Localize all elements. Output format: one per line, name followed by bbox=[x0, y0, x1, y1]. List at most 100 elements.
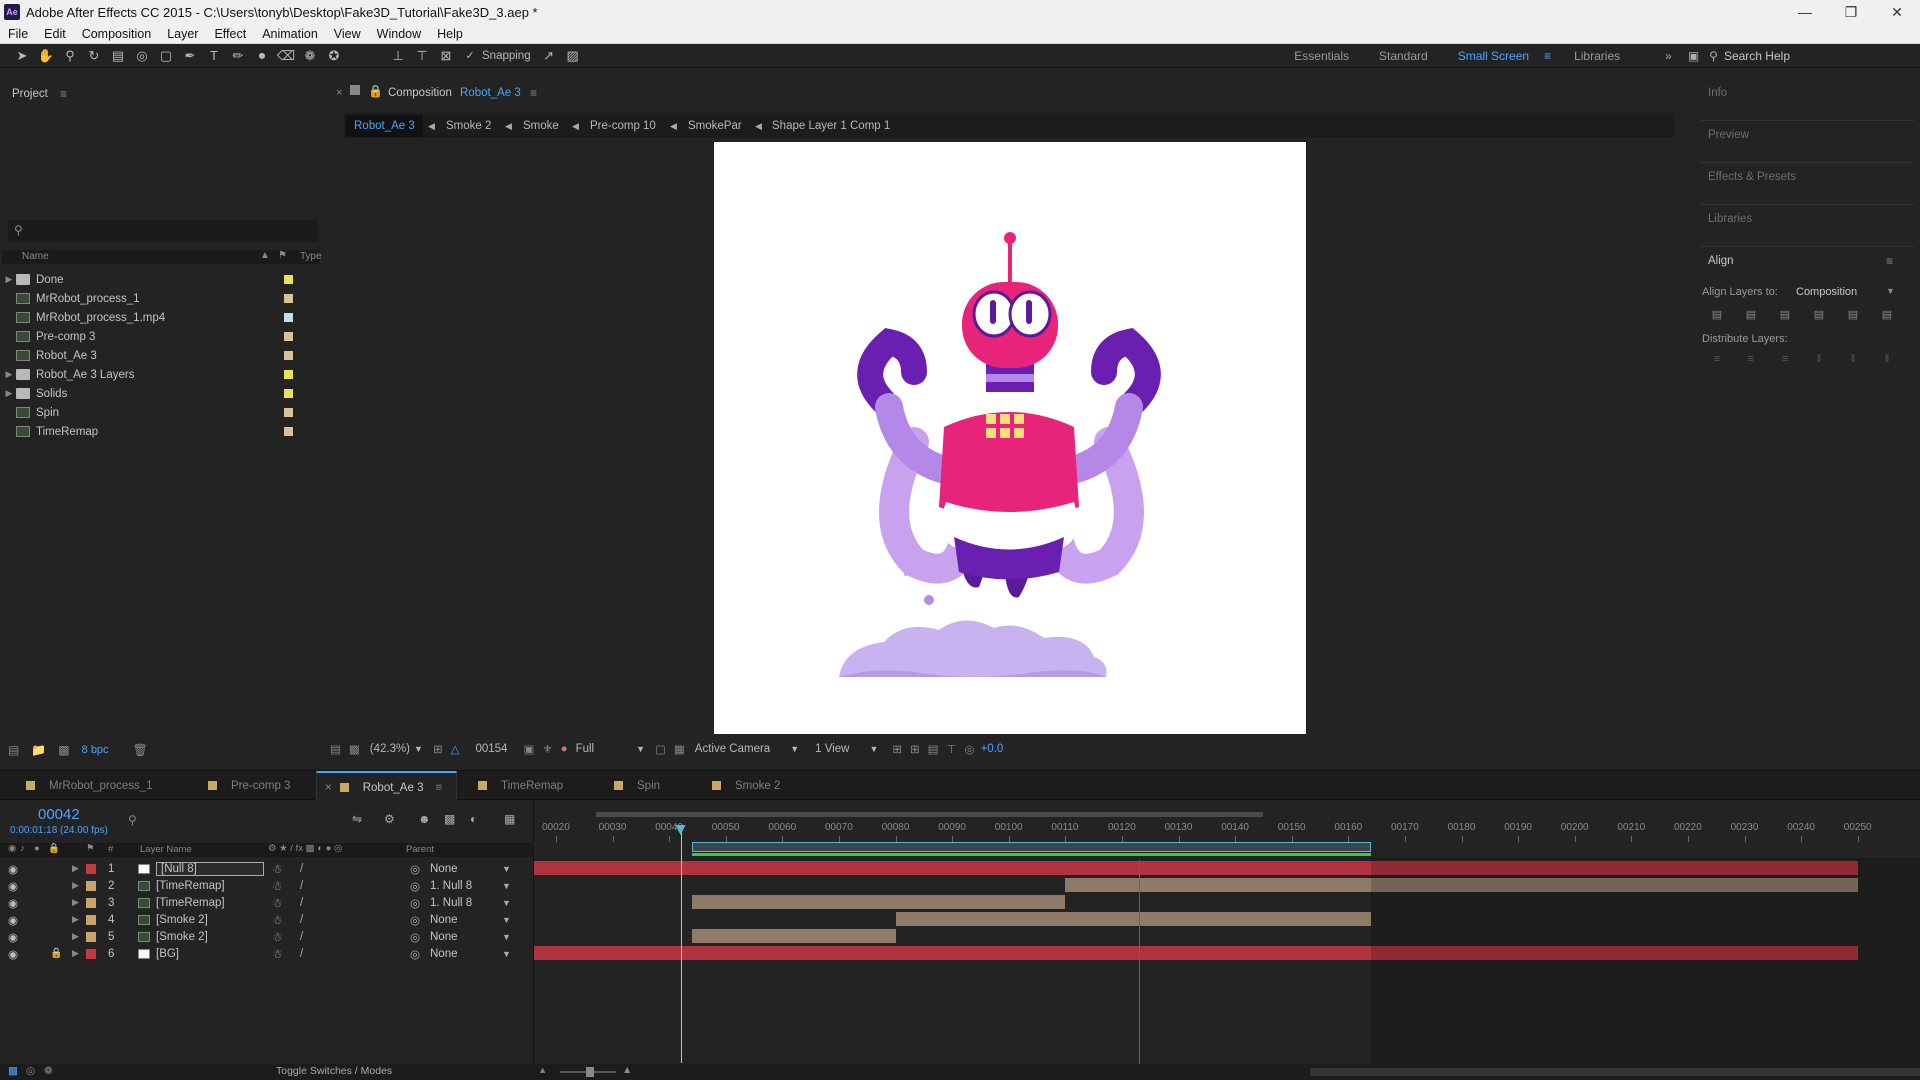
eraser-tool-icon[interactable]: ⌫ bbox=[274, 45, 298, 67]
hand-tool-icon[interactable]: ✋ bbox=[34, 45, 58, 67]
graph-editor-icon[interactable]: ▦ bbox=[504, 812, 515, 826]
transparency-grid-icon[interactable]: ▦ bbox=[674, 742, 685, 756]
label-header-icon[interactable]: ⚑ bbox=[86, 843, 95, 854]
type-tool-icon[interactable]: T bbox=[202, 45, 226, 67]
axis-local-icon[interactable]: ⊥ bbox=[386, 45, 410, 67]
rectangle-tool-icon[interactable]: ▢ bbox=[154, 45, 178, 67]
project-panel-title[interactable]: Project bbox=[12, 88, 48, 100]
layer-label-swatch[interactable] bbox=[86, 880, 96, 891]
distribute-bottom-icon[interactable]: ≡ bbox=[1778, 352, 1792, 366]
pickwhip-icon[interactable]: ◎ bbox=[410, 896, 420, 910]
toggle-pixel-aspect-icon[interactable]: ⊞ bbox=[892, 742, 902, 756]
timeline-layer-row[interactable]: ◉ 🔒 ▶ 6 [BG] ☃ / ◎ None ▼ bbox=[0, 945, 534, 962]
chevron-down-icon[interactable]: ▼ bbox=[790, 744, 799, 754]
align-menu-icon[interactable]: ≡ bbox=[1886, 254, 1893, 268]
label-color-swatch[interactable] bbox=[284, 275, 293, 284]
fast-previews-icon[interactable]: ⊞ bbox=[910, 742, 920, 756]
breadcrumb-robot-ae3[interactable]: Robot_Ae 3 bbox=[346, 115, 423, 137]
distribute-v-center-icon[interactable]: ≡ bbox=[1744, 352, 1758, 366]
search-help-icon[interactable]: ⚲ bbox=[1709, 49, 1718, 63]
layer-label-swatch[interactable] bbox=[86, 931, 96, 942]
solo-switch-icon[interactable]: ● bbox=[34, 843, 40, 854]
expand-arrow-icon[interactable]: ▶ bbox=[72, 931, 79, 942]
work-area-bar[interactable] bbox=[595, 812, 1264, 817]
label-color-swatch[interactable] bbox=[284, 294, 293, 303]
layer-name[interactable]: [Null 8] bbox=[156, 861, 264, 876]
expand-in-out-icon[interactable]: ❁ bbox=[44, 1065, 53, 1077]
project-search-field[interactable]: ⚲ bbox=[8, 220, 318, 242]
current-time-indicator[interactable] bbox=[680, 825, 682, 1063]
align-panel-title[interactable]: Align bbox=[1708, 255, 1734, 267]
timeline-tab-precomp3[interactable]: Pre-comp 3 bbox=[208, 771, 290, 801]
breadcrumb-shape-layer[interactable]: Shape Layer 1 Comp 1 bbox=[772, 115, 890, 137]
expand-arrow-icon[interactable]: ▶ bbox=[72, 897, 79, 908]
video-switch-icon[interactable]: ◉ bbox=[8, 843, 16, 854]
comp-mini-flowchart-icon[interactable]: ⇋ bbox=[352, 812, 362, 826]
zoom-out-icon[interactable]: ▴ bbox=[540, 1064, 545, 1076]
draft-3d-icon[interactable]: ⚙ bbox=[384, 812, 395, 826]
pickwhip-icon[interactable]: ◎ bbox=[410, 930, 420, 944]
search-help-label[interactable]: Search Help bbox=[1724, 49, 1790, 63]
expand-arrow-icon[interactable]: ▶ bbox=[2, 369, 16, 380]
menu-view[interactable]: View bbox=[326, 27, 369, 41]
timeline-layer-row[interactable]: ◉ ▶ 4 [Smoke 2] ☃ / ◎ None ▼ bbox=[0, 911, 534, 928]
menu-animation[interactable]: Animation bbox=[254, 27, 326, 41]
new-folder-icon[interactable]: 📁 bbox=[31, 743, 46, 757]
always-preview-icon[interactable]: ▤ bbox=[330, 742, 341, 756]
breadcrumb-smokepar[interactable]: SmokePar bbox=[688, 115, 742, 137]
menu-help[interactable]: Help bbox=[429, 27, 471, 41]
breadcrumb-smoke2[interactable]: Smoke 2 bbox=[446, 115, 491, 137]
puppet-pin-tool-icon[interactable]: ✪ bbox=[322, 45, 346, 67]
timeline-search-icon[interactable]: ⚲ bbox=[128, 813, 137, 827]
sort-arrow-icon[interactable]: ▲ bbox=[260, 250, 270, 261]
timeline-layer-row[interactable]: ◉ ▶ 2 [TimeRemap] ☃ / ◎ 1. Null 8 ▼ bbox=[0, 877, 534, 894]
align-right-icon[interactable]: ▤ bbox=[1778, 308, 1792, 322]
align-h-center-icon[interactable]: ▤ bbox=[1744, 308, 1758, 322]
snapping-checkbox-icon[interactable]: ✓ bbox=[458, 45, 482, 67]
pickwhip-icon[interactable]: ◎ bbox=[410, 913, 420, 927]
align-left-icon[interactable]: ▤ bbox=[1710, 308, 1724, 322]
parent-select[interactable]: 1. Null 8 bbox=[430, 897, 472, 909]
parent-header[interactable]: Parent bbox=[406, 844, 434, 855]
eye-visibility-icon[interactable]: ◉ bbox=[8, 930, 18, 944]
minimize-icon[interactable]: — bbox=[1782, 4, 1828, 21]
align-v-center-icon[interactable]: ▤ bbox=[1846, 308, 1860, 322]
chevron-down-icon[interactable]: ▼ bbox=[414, 744, 423, 754]
region-of-interest-icon[interactable]: ▢ bbox=[655, 742, 666, 756]
expand-layer-switches-icon[interactable]: ▩ bbox=[8, 1065, 18, 1077]
eye-visibility-icon[interactable]: ◉ bbox=[8, 896, 18, 910]
shy-switch-icon[interactable]: ☃ bbox=[272, 862, 282, 876]
breadcrumb-smoke[interactable]: Smoke bbox=[523, 115, 559, 137]
expand-arrow-icon[interactable]: ▶ bbox=[72, 914, 79, 925]
layer-label-swatch[interactable] bbox=[86, 897, 96, 908]
timeline-layer-row[interactable]: ◉ ▶ 3 [TimeRemap] ☃ / ◎ 1. Null 8 ▼ bbox=[0, 894, 534, 911]
timeline-tab-timeremap[interactable]: TimeRemap bbox=[478, 771, 563, 801]
quality-switch-icon[interactable]: / bbox=[300, 914, 303, 926]
more-workspaces-icon[interactable]: » bbox=[1665, 49, 1672, 63]
workspace-libraries[interactable]: Libraries bbox=[1559, 49, 1635, 63]
frame-blending-icon[interactable]: ▩ bbox=[444, 812, 455, 826]
eye-visibility-icon[interactable]: ◉ bbox=[8, 947, 18, 961]
mask-visibility-icon[interactable]: △ bbox=[451, 742, 460, 756]
shy-switch-icon[interactable]: ☃ bbox=[272, 947, 282, 961]
menu-effect[interactable]: Effect bbox=[206, 27, 254, 41]
bpc-button[interactable]: 8 bpc bbox=[82, 744, 109, 756]
chevron-down-icon[interactable]: ▼ bbox=[636, 744, 645, 754]
distribute-h-center-icon[interactable]: ‖ bbox=[1846, 352, 1860, 366]
pickwhip-icon[interactable]: ◎ bbox=[410, 947, 420, 961]
shy-switch-icon[interactable]: ☃ bbox=[272, 879, 282, 893]
layer-duration-bar[interactable] bbox=[895, 912, 1372, 926]
new-composition-icon[interactable]: ▩ bbox=[58, 743, 69, 757]
layer-label-swatch[interactable] bbox=[86, 863, 96, 874]
label-color-swatch[interactable] bbox=[284, 351, 293, 360]
parent-select[interactable]: None bbox=[430, 948, 458, 960]
close-icon[interactable]: ✕ bbox=[1874, 4, 1920, 21]
eye-visibility-icon[interactable]: ◉ bbox=[8, 913, 18, 927]
label-color-swatch[interactable] bbox=[284, 313, 293, 322]
timeline-tab-spin[interactable]: Spin bbox=[614, 771, 660, 801]
info-panel-tab[interactable]: Info bbox=[1708, 87, 1727, 99]
chevron-down-icon[interactable]: ▼ bbox=[869, 744, 878, 754]
workspace-standard[interactable]: Standard bbox=[1364, 49, 1443, 63]
resolution-value[interactable]: Full bbox=[576, 743, 595, 755]
timeline-layer-row[interactable]: ◉ ▶ 1 [Null 8] ☃ / ◎ None ▼ bbox=[0, 860, 534, 877]
